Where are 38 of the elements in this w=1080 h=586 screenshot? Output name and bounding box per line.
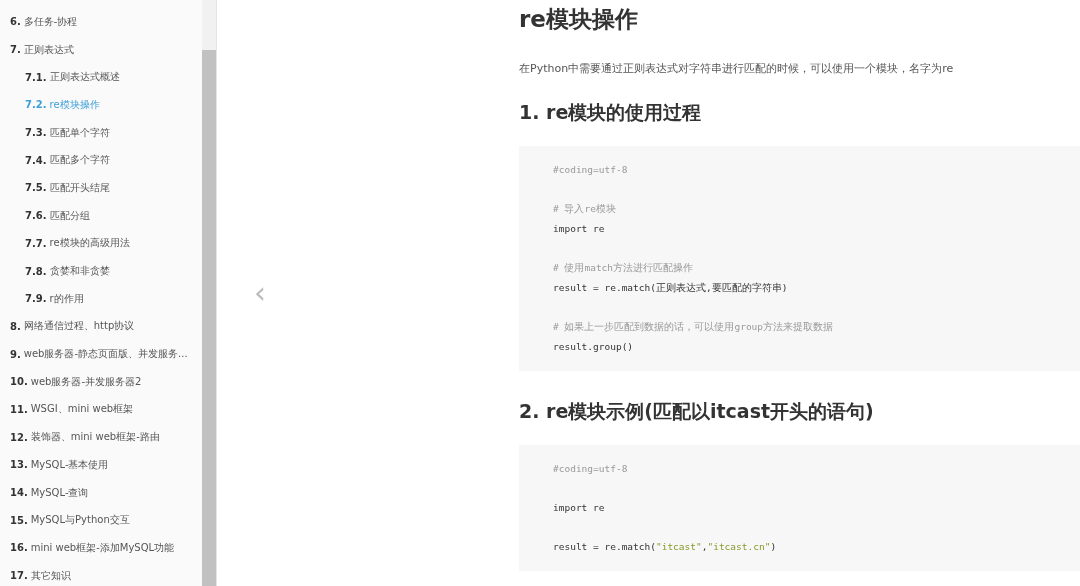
sidebar-item[interactable]: 7.5. 匹配开头结尾 — [0, 174, 202, 202]
code-text: result = re.match(正则表达式,要匹配的字符串) — [553, 282, 788, 293]
section-heading: 2. re模块示例(匹配以itcast开头的语句) — [519, 399, 875, 424]
code-text: , — [701, 541, 708, 552]
code-text: import re — [553, 223, 605, 234]
sidebar-item[interactable]: 7.7. re模块的高级用法 — [0, 229, 202, 258]
code-text: ) — [770, 541, 777, 552]
sidebar-item[interactable]: 16. mini web框架-添加MySQL功能 — [0, 534, 202, 562]
sidebar-item[interactable]: 7.9. r的作用 — [0, 284, 202, 313]
sidebar-item[interactable]: 17. 其它知识 — [0, 561, 202, 586]
code-text: import re — [553, 502, 605, 513]
sidebar-item[interactable]: 7.8. 贪婪和非贪婪 — [0, 257, 202, 285]
sidebar-item[interactable]: 9. web服务器-静态页面版、并发服务... — [0, 340, 202, 368]
code-string: "itcast" — [655, 541, 702, 552]
sidebar-item[interactable]: 7.6. 匹配分组 — [0, 201, 202, 230]
sidebar-item[interactable]: 7. 正则表达式 — [0, 35, 202, 64]
sidebar-item[interactable]: 15. MySQL与Python交互 — [0, 506, 202, 535]
article-title: re模块操作 — [519, 5, 639, 34]
sidebar-item[interactable]: 11. WSGI、mini web框架 — [0, 395, 202, 424]
sidebar-item[interactable]: 6. 多任务-协程 — [0, 8, 202, 36]
code-comment: #coding=utf-8 — [553, 164, 628, 175]
intro-paragraph: 在Python中需要通过正则表达式对字符串进行匹配的时候，可以使用一个模块，名字为re — [519, 61, 955, 76]
sidebar-item[interactable]: 12. 装饰器、mini web框架-路由 — [0, 423, 202, 451]
code-text: result = re.match( — [553, 541, 656, 552]
sidebar-item[interactable]: 13. MySQL-基本使用 — [0, 451, 202, 479]
sidebar-item[interactable]: 10. web服务器-并发服务器2 — [0, 367, 202, 396]
code-comment: #coding=utf-8 — [553, 463, 628, 474]
sidebar-item[interactable]: 7.3. 匹配单个字符 — [0, 118, 202, 147]
scrollbar[interactable] — [202, 0, 217, 586]
code-text: result.group() — [553, 341, 634, 352]
code-comment: # 使用match方法进行匹配操作 — [553, 262, 694, 273]
sidebar-item[interactable]: 7.1. 正则表达式概述 — [0, 63, 202, 92]
section-heading: 1. re模块的使用过程 — [519, 100, 703, 125]
code-string: "itcast.cn" — [707, 541, 771, 552]
sidebar-item[interactable]: 14. MySQL-查询 — [0, 478, 202, 507]
sidebar-item[interactable]: 8. 网络通信过程、http协议 — [0, 312, 202, 341]
code-comment: # 导入re模块 — [553, 203, 616, 214]
sidebar-item[interactable]: 7.4. 匹配多个字符 — [0, 146, 202, 175]
